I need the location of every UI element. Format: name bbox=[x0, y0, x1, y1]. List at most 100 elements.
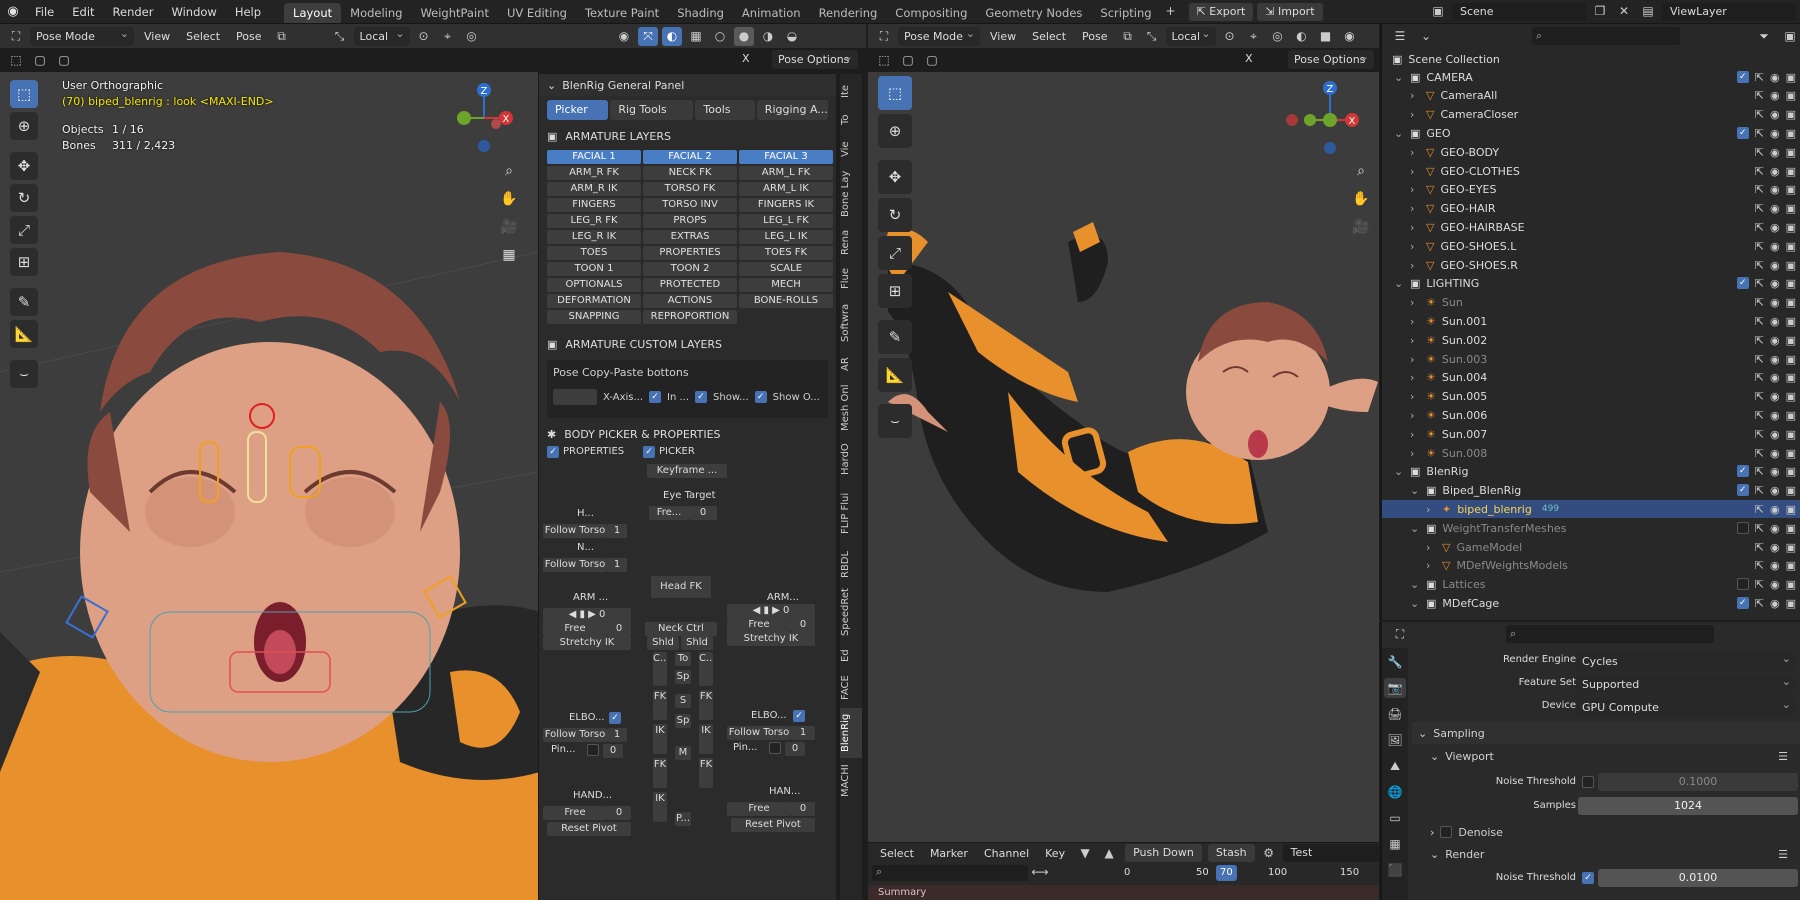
select-toggle-icon[interactable]: ⇱ bbox=[1755, 503, 1764, 516]
body-picker-header[interactable]: ✱ BODY PICKER & PROPERTIES bbox=[539, 422, 836, 446]
forearm-ik-l[interactable]: IK bbox=[653, 724, 667, 754]
reset-pivot-l[interactable]: Reset Pivot bbox=[547, 822, 631, 836]
eye-icon[interactable]: ◉ bbox=[1770, 221, 1780, 234]
select-toggle-icon[interactable]: ⇱ bbox=[1755, 522, 1764, 535]
menu-render[interactable]: Render bbox=[104, 0, 163, 24]
select-tool-2-icon[interactable]: ⬚ bbox=[878, 76, 912, 110]
outliner-row[interactable]: › ▽ GEO-SHOES.R ⇱ ◉ ▣ bbox=[1382, 256, 1800, 274]
exclude-checkbox[interactable]: ✓ bbox=[1736, 70, 1749, 83]
display-2-icon[interactable]: ■ bbox=[1316, 27, 1336, 46]
outliner-row[interactable]: › ☀ Sun.006 ⇱ ◉ ▣ bbox=[1382, 406, 1800, 424]
expand-icon[interactable]: › bbox=[1410, 165, 1422, 178]
sampling-panel-header[interactable]: ⌄ Sampling bbox=[1412, 722, 1800, 744]
orientation-dropdown[interactable]: Local bbox=[353, 24, 410, 46]
render-toggle-icon[interactable]: ▣ bbox=[1786, 447, 1796, 460]
pivot-2-icon[interactable]: ⊙ bbox=[1220, 27, 1240, 46]
armature-layers-header[interactable]: ▣ ARMATURE LAYERS bbox=[539, 124, 836, 148]
outliner-type-icon[interactable]: ☰ bbox=[1390, 27, 1410, 46]
select-toggle-icon[interactable]: ⇱ bbox=[1755, 89, 1764, 102]
expand-icon[interactable]: › bbox=[1410, 202, 1422, 215]
outliner-row[interactable]: ⌄ ▣ WeightTransferMeshes ⇱ ◉ ▣ bbox=[1382, 519, 1800, 537]
summary-row[interactable]: Summary bbox=[868, 885, 1379, 900]
select-toggle-icon[interactable]: ⇱ bbox=[1755, 146, 1764, 159]
scale-tool-2-icon[interactable]: ⤢ bbox=[878, 236, 912, 270]
eye-icon[interactable]: ◉ bbox=[1770, 353, 1780, 366]
properties-checkbox[interactable]: ✓ bbox=[547, 446, 559, 458]
outliner-row[interactable]: › ☀ Sun.001 ⇱ ◉ ▣ bbox=[1382, 312, 1800, 330]
select-box-icon[interactable]: ⬚ bbox=[6, 51, 26, 70]
exclude-checkbox[interactable]: ✓ bbox=[1736, 126, 1749, 139]
spine-s-button[interactable]: S bbox=[675, 694, 691, 708]
tab-uv-editing[interactable]: UV Editing bbox=[498, 3, 576, 23]
eye-icon[interactable]: ◉ bbox=[1770, 597, 1780, 610]
upper-arm-r-button[interactable]: C... bbox=[699, 652, 713, 686]
overlay-2-icon[interactable]: ◐ bbox=[1292, 27, 1312, 46]
arm-l-stretchy[interactable]: Stretchy IK bbox=[543, 636, 631, 650]
eye-icon[interactable]: ◉ bbox=[1770, 183, 1780, 196]
render-toggle-icon[interactable]: ▣ bbox=[1786, 409, 1796, 422]
render-toggle-icon[interactable]: ▣ bbox=[1786, 240, 1796, 253]
layer-button-toes[interactable]: TOES bbox=[547, 246, 641, 260]
sidebar-tab-bone-lay[interactable]: Bone Lay bbox=[840, 166, 862, 222]
eye-icon[interactable]: ◉ bbox=[1770, 447, 1780, 460]
menu-help[interactable]: Help bbox=[226, 0, 270, 24]
outliner-row[interactable]: ⌄ ▣ Biped_BlenRig ✓ ⇱ ◉ ▣ bbox=[1382, 482, 1800, 500]
layer-button-arm-l-ik[interactable]: ARM_L IK bbox=[739, 182, 833, 196]
elbow-l-follow-val[interactable]: 1 bbox=[607, 728, 627, 742]
select-toggle-icon[interactable]: ⇱ bbox=[1755, 259, 1764, 272]
panel-header[interactable]: ⌄ BlenRig General Panel bbox=[539, 74, 836, 96]
rendered-shading-icon[interactable]: ◒ bbox=[782, 27, 802, 46]
eye-icon[interactable]: ◉ bbox=[1770, 202, 1780, 215]
eye-icon[interactable]: ◉ bbox=[1770, 428, 1780, 441]
render-toggle-icon[interactable]: ▣ bbox=[1786, 71, 1796, 84]
tab-geometry-nodes[interactable]: Geometry Nodes bbox=[976, 3, 1091, 23]
rotate-tool-2-icon[interactable]: ↻ bbox=[878, 198, 912, 232]
stash-button[interactable]: Stash bbox=[1207, 844, 1255, 862]
pin-l-val[interactable]: 0 bbox=[603, 744, 623, 758]
import-button[interactable]: ⇲ Import bbox=[1257, 2, 1323, 21]
elbow-r-follow-val[interactable]: 1 bbox=[791, 726, 815, 740]
expand-icon[interactable]: › bbox=[1410, 146, 1422, 159]
show-checkbox[interactable]: ✓ bbox=[695, 391, 708, 403]
outliner-row[interactable]: ⌄ ▣ MDefCage ✓ ⇱ ◉ ▣ bbox=[1382, 594, 1800, 612]
swap-icon[interactable]: ⟷ bbox=[1030, 863, 1050, 882]
eye-icon[interactable]: ◉ bbox=[1770, 465, 1780, 478]
expand-icon[interactable]: › bbox=[1410, 296, 1422, 309]
spine-button[interactable]: Sp bbox=[675, 670, 691, 684]
expand-icon[interactable]: › bbox=[1410, 371, 1422, 384]
sidebar-tab-mesh-onl[interactable]: Mesh Onl bbox=[840, 380, 862, 436]
exclude-checkbox[interactable]: ✓ bbox=[1736, 465, 1749, 478]
new-scene-icon[interactable]: ❐ bbox=[1590, 2, 1610, 21]
view-menu-2[interactable]: View bbox=[984, 30, 1022, 43]
select-mode-1-icon[interactable]: ▢ bbox=[30, 51, 50, 70]
render-engine-dropdown[interactable]: Cycles bbox=[1576, 649, 1796, 671]
render-toggle-icon[interactable]: ▣ bbox=[1786, 296, 1796, 309]
render-toggle-icon[interactable]: ▣ bbox=[1786, 183, 1796, 196]
view-menu[interactable]: View bbox=[138, 30, 176, 43]
pan-icon[interactable]: ✋ bbox=[496, 186, 522, 212]
select-toggle-icon[interactable]: ⇱ bbox=[1755, 578, 1764, 591]
render-toggle-icon[interactable]: ▣ bbox=[1786, 202, 1796, 215]
exclude-checkbox[interactable] bbox=[1736, 578, 1749, 591]
measure-tool-icon[interactable]: 📐 bbox=[10, 320, 38, 348]
expand-icon[interactable]: › bbox=[1410, 259, 1422, 272]
eye-icon[interactable]: ◉ bbox=[1770, 484, 1780, 497]
tab-layout[interactable]: Layout bbox=[284, 2, 342, 23]
tab-texture-paint[interactable]: Texture Paint bbox=[576, 3, 668, 23]
hand-fk-l[interactable]: FK bbox=[653, 758, 667, 788]
outliner-filter-icon[interactable]: ⏷ bbox=[1754, 27, 1774, 46]
neck-ctrl-button[interactable]: Neck Ctrl bbox=[645, 622, 717, 636]
shoulder-r-button[interactable]: Shld bbox=[681, 636, 713, 650]
proportional-icon[interactable]: ◎ bbox=[462, 27, 482, 46]
head-follow-val[interactable]: 1 bbox=[607, 524, 627, 538]
select-mode-4-icon[interactable]: ▢ bbox=[922, 51, 942, 70]
elbow-r-checkbox[interactable]: ✓ bbox=[793, 710, 805, 722]
samples-field[interactable]: 1024 bbox=[1578, 797, 1798, 815]
eye-icon[interactable]: ◉ bbox=[1770, 334, 1780, 347]
viewport-subpanel-header[interactable]: ⌄ Viewport ☰ bbox=[1424, 746, 1800, 766]
output-props-icon[interactable]: 🖨 bbox=[1384, 704, 1406, 724]
tab-scripting[interactable]: Scripting bbox=[1091, 3, 1160, 23]
cursor-tool-2-icon[interactable]: ⊕ bbox=[878, 114, 912, 148]
menu-window[interactable]: Window bbox=[162, 0, 225, 24]
render-toggle-icon[interactable]: ▣ bbox=[1786, 259, 1796, 272]
